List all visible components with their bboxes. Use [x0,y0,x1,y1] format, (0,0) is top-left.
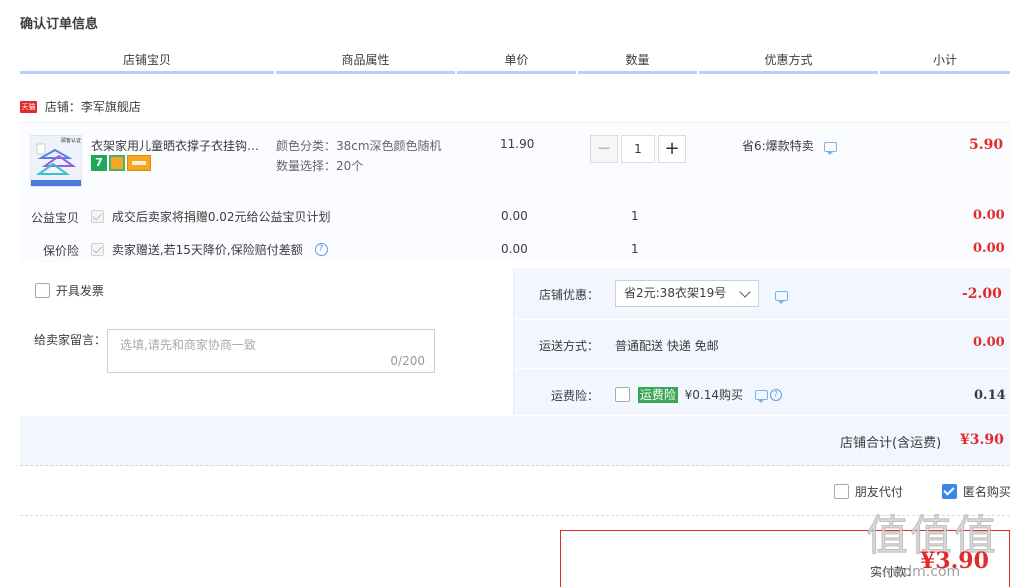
freight-insurance-amount: 0.14 [974,388,1006,403]
help-icon[interactable]: ? [769,388,782,401]
attr-quantity-option: 数量选择：20个 [276,159,364,173]
col-discount: 优惠方式 [699,48,878,74]
freight-insurance-option[interactable]: 运费险 ¥0.14购买 ? [615,386,782,403]
price-insurance-label: 保价险 [43,244,80,258]
divider [515,368,1010,369]
item-subtotal: 5.90 [969,137,1004,153]
shop-row: 天猫 店铺：李军旗舰店 [20,98,141,116]
watermark-sub: smzdm.com [875,564,961,580]
product-title-link[interactable]: 衣架家用儿童晒衣撑子衣挂钩晾衣架 [91,137,271,154]
charity-label: 公益宝贝 [31,211,80,225]
divider [20,415,1010,416]
message-input[interactable]: 选填,请先和商家协商一致 0/200 [107,329,435,373]
charity-text: 成交后卖家将捐赠0.02元给公益宝贝计划 [111,210,331,224]
chat-icon[interactable] [823,141,837,155]
shipping-value: 普通配送 快递 免邮 [615,339,719,353]
price-insurance-checkbox [91,243,104,256]
shipping-amount: 0.00 [973,335,1005,350]
chevron-down-icon [739,286,751,298]
page-title: 确认订单信息 [20,17,99,32]
seven-day-return-icon[interactable]: 7 [91,155,107,171]
price-insurance-price: 0.00 [501,242,528,256]
column-header: 店铺宝贝 商品属性 单价 数量 优惠方式 小计 [20,48,1010,74]
freight-insurance-text: ¥0.14购买 [684,388,744,402]
anonymous-label: 匿名购买 [962,485,1011,499]
shop-discount-value: 省2元:38衣架19号 [624,286,727,300]
thumb-label: 顾客认证 [61,138,82,144]
col-subtotal: 小计 [880,48,1010,74]
help-icon[interactable]: ? [314,243,328,256]
message-placeholder: 选填,请先和商家协商一致 [120,338,256,352]
freight-insurance-checkbox[interactable] [615,387,630,402]
shop-discount-label: 店铺优惠： [539,288,600,302]
price-insurance-row: 卖家赠送,若15天降价,保险赔付差额 ? [91,241,328,258]
charity-subtotal: 0.00 [973,208,1005,223]
qty-plus-button[interactable]: + [658,135,686,163]
attr-color: 颜色分类：38cm深色颜色随机 [276,139,442,153]
charity-qty: 1 [631,209,639,223]
col-quantity: 数量 [578,48,697,74]
message-char-count: 0/200 [390,354,425,368]
qty-input[interactable] [621,135,655,163]
charity-row: 成交后卖家将捐赠0.02元给公益宝贝计划 [91,208,331,225]
charity-price: 0.00 [501,209,528,223]
promo-label: 省6:爆款特卖 [742,139,814,153]
invoice-checkbox[interactable] [35,283,50,298]
col-unit-price: 单价 [457,48,576,74]
col-shop-item: 店铺宝贝 [20,48,274,74]
price-insurance-qty: 1 [631,242,639,256]
shop-name[interactable]: 店铺：李军旗舰店 [45,100,141,114]
price-insurance-text: 卖家赠送,若15天降价,保险赔付差额 [111,243,303,257]
friend-pay-option[interactable]: 朋友代付 [834,483,903,500]
promo-text: 省6:爆款特卖 [742,137,837,155]
unit-price: 11.90 [500,137,535,151]
anonymous-checkbox[interactable] [942,484,957,499]
anonymous-option[interactable]: 匿名购买 [942,483,1011,500]
product-thumbnail[interactable]: 顾客认证 [30,135,82,187]
shop-total-amount: ¥3.90 [960,432,1004,448]
guarantee-shield-icon[interactable] [109,155,125,171]
credit-card-icon[interactable] [127,155,151,171]
charity-checkbox [91,210,104,223]
col-attributes: 商品属性 [276,48,455,74]
freight-insurance-tag: 运费险 [637,386,678,403]
tmall-icon: 天猫 [20,100,37,113]
divider [515,319,1010,320]
price-insurance-subtotal: 0.00 [973,241,1005,256]
friend-pay-checkbox[interactable] [834,484,849,499]
shop-discount-amount: -2.00 [962,286,1002,302]
invoice-label: 开具发票 [55,284,104,298]
service-badges: 7 [91,155,151,171]
shop-total-label: 店铺合计(含运费) [840,436,942,451]
friend-pay-label: 朋友代付 [854,485,903,499]
divider [20,515,1010,516]
message-label: 给卖家留言： [34,333,107,347]
shipping-label: 运送方式： [539,339,600,353]
invoice-option[interactable]: 开具发票 [35,282,104,299]
chat-icon[interactable] [754,389,768,403]
shop-discount-select[interactable]: 省2元:38衣架19号 [615,280,759,307]
chat-icon[interactable] [775,290,788,304]
freight-insurance-label: 运费险： [551,389,600,403]
qty-minus-button[interactable]: − [590,135,618,163]
